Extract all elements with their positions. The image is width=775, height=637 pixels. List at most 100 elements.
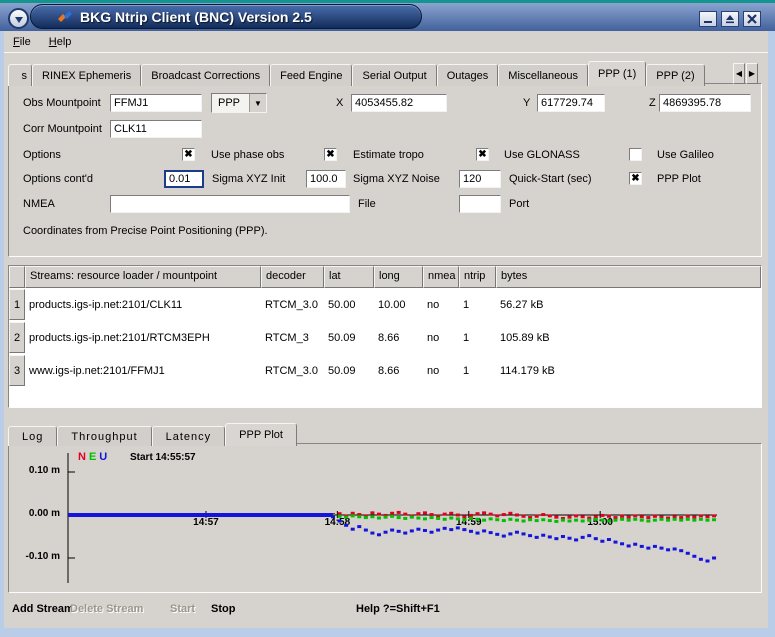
minimize-button[interactable] — [699, 11, 717, 27]
header-long[interactable]: long — [374, 266, 423, 288]
header-mountpoint[interactable]: Streams: resource loader / mountpoint — [25, 266, 261, 288]
use-galileo-label: Use Galileo — [657, 146, 714, 164]
row-number[interactable]: 2 — [9, 322, 25, 353]
obs-mountpoint-field[interactable] — [110, 94, 202, 112]
menu-help[interactable]: Help — [40, 33, 81, 51]
sigma-xyz-init-field[interactable] — [164, 170, 204, 188]
cell-mountpoint: products.igs-ip.net:2101/CLK11 — [25, 288, 261, 321]
y-tick-label: 0.10 m — [12, 465, 60, 476]
options-label: Options — [23, 146, 61, 164]
sigma-xyz-noise-field[interactable] — [306, 170, 346, 188]
tab-ppp-1[interactable]: PPP (1) — [588, 61, 646, 86]
corr-mountpoint-field[interactable] — [110, 120, 202, 138]
tab-outages[interactable]: Outages — [437, 64, 499, 86]
tab-rinex-ephemeris[interactable]: RINEX Ephemeris — [32, 64, 141, 86]
use-phase-obs-label: Use phase obs — [211, 146, 284, 164]
add-stream-button[interactable]: Add Stream — [12, 603, 74, 615]
window-title: BKG Ntrip Client (BNC) Version 2.5 — [80, 9, 312, 25]
y-tick-label: -0.10 m — [12, 551, 60, 562]
minimize-icon — [703, 14, 713, 24]
ppp1-panel: Obs Mountpoint PPP ▼ X Y Z Corr Mountpoi… — [8, 83, 762, 257]
cell-lat: 50.09 — [324, 354, 374, 387]
use-glonass-checkbox[interactable]: ✖ — [476, 148, 489, 161]
cell-bytes: 105.89 kB — [496, 321, 761, 354]
estimate-tropo-label: Estimate tropo — [353, 146, 424, 164]
titlebar[interactable]: BKG Ntrip Client (BNC) Version 2.5 — [0, 3, 775, 31]
header-lat[interactable]: lat — [324, 266, 374, 288]
y-label: Y — [523, 94, 530, 112]
row-number[interactable]: 3 — [9, 355, 25, 386]
cell-nmea: no — [423, 321, 459, 354]
help-shortcut-text: Help ?=Shift+F1 — [356, 603, 440, 615]
nmea-label: NMEA — [23, 195, 55, 213]
use-galileo-checkbox[interactable] — [629, 148, 642, 161]
stop-button[interactable]: Stop — [211, 603, 235, 615]
chevron-down-icon: ▼ — [249, 94, 266, 112]
header-corner — [9, 266, 25, 288]
nmea-file-field[interactable] — [110, 195, 350, 213]
tab-broadcast-corrections[interactable]: Broadcast Corrections — [141, 64, 270, 86]
y-coordinate-field[interactable] — [537, 94, 605, 112]
cell-ntrip: 1 — [459, 321, 496, 354]
z-coordinate-field[interactable] — [659, 94, 751, 112]
plot-legend: NEU — [78, 451, 110, 463]
tab-truncated[interactable]: s — [8, 64, 32, 86]
legend-item: U — [99, 451, 107, 463]
close-button[interactable] — [743, 11, 761, 27]
cell-decoder: RTCM_3.0 — [261, 288, 324, 321]
table-row[interactable]: 3 www.igs-ip.net:2101/FFMJ1 RTCM_3.0 50.… — [9, 354, 761, 387]
tab-scroll-left-icon[interactable]: ◀ — [733, 63, 745, 84]
header-decoder[interactable]: decoder — [261, 266, 324, 288]
x-label: X — [336, 94, 343, 112]
row-number[interactable]: 1 — [9, 289, 25, 320]
tab-feed-engine[interactable]: Feed Engine — [270, 64, 352, 86]
tab-throughput[interactable]: Throughput — [57, 426, 151, 446]
ppp-plot-label: PPP Plot — [657, 170, 701, 188]
nmea-port-field[interactable] — [459, 195, 501, 213]
cell-decoder: RTCM_3 — [261, 321, 324, 354]
quick-start-field[interactable] — [459, 170, 501, 188]
use-phase-obs-checkbox[interactable]: ✖ — [182, 148, 195, 161]
plot-canvas — [10, 445, 760, 591]
tab-scroll-right-icon[interactable]: ▶ — [746, 63, 758, 84]
header-bytes[interactable]: bytes — [496, 266, 761, 288]
ppp-mode-combobox[interactable]: PPP ▼ — [211, 93, 267, 113]
main-content: s RINEX Ephemeris Broadcast Corrections … — [4, 53, 768, 628]
cell-bytes: 56.27 kB — [496, 288, 761, 321]
cell-bytes: 114.179 kB — [496, 354, 761, 387]
legend-item: N — [78, 451, 86, 463]
streams-table: Streams: resource loader / mountpoint de… — [8, 265, 762, 408]
tab-log[interactable]: Log — [8, 426, 57, 446]
legend-item: E — [89, 451, 96, 463]
z-label: Z — [649, 94, 656, 112]
x-tick-label: 14:58 — [315, 517, 359, 528]
sigma-xyz-noise-label: Sigma XYZ Noise — [353, 170, 440, 188]
x-tick-label: 15:00 — [578, 517, 622, 528]
tab-ppp-plot[interactable]: PPP Plot — [225, 423, 297, 446]
bnc-app-icon — [57, 9, 73, 25]
x-coordinate-field[interactable] — [351, 94, 447, 112]
maximize-icon — [725, 14, 735, 24]
header-ntrip[interactable]: ntrip — [459, 266, 496, 288]
window-menu-button[interactable] — [8, 8, 29, 29]
ppp-plot-checkbox[interactable]: ✖ — [629, 172, 642, 185]
cell-ntrip: 1 — [459, 288, 496, 321]
cell-long: 10.00 — [374, 288, 423, 321]
table-row[interactable]: 2 products.igs-ip.net:2101/RTCM3EPH RTCM… — [9, 321, 761, 354]
estimate-tropo-checkbox[interactable]: ✖ — [324, 148, 337, 161]
tab-latency[interactable]: Latency — [152, 426, 226, 446]
title-pill: BKG Ntrip Client (BNC) Version 2.5 — [30, 4, 422, 29]
menu-file[interactable]: File — [4, 33, 40, 51]
obs-mountpoint-label: Obs Mountpoint — [23, 94, 101, 112]
tab-ppp-2[interactable]: PPP (2) — [646, 64, 704, 86]
tab-serial-output[interactable]: Serial Output — [352, 64, 436, 86]
maximize-button[interactable] — [721, 11, 739, 27]
sigma-xyz-init-label: Sigma XYZ Init — [212, 170, 285, 188]
menubar: File Help — [4, 31, 768, 53]
table-row[interactable]: 1 products.igs-ip.net:2101/CLK11 RTCM_3.… — [9, 288, 761, 321]
y-tick-label: 0.00 m — [12, 508, 60, 519]
tab-miscellaneous[interactable]: Miscellaneous — [498, 64, 588, 86]
header-nmea[interactable]: nmea — [423, 266, 459, 288]
quick-start-label: Quick-Start (sec) — [509, 170, 592, 188]
cell-long: 8.66 — [374, 321, 423, 354]
